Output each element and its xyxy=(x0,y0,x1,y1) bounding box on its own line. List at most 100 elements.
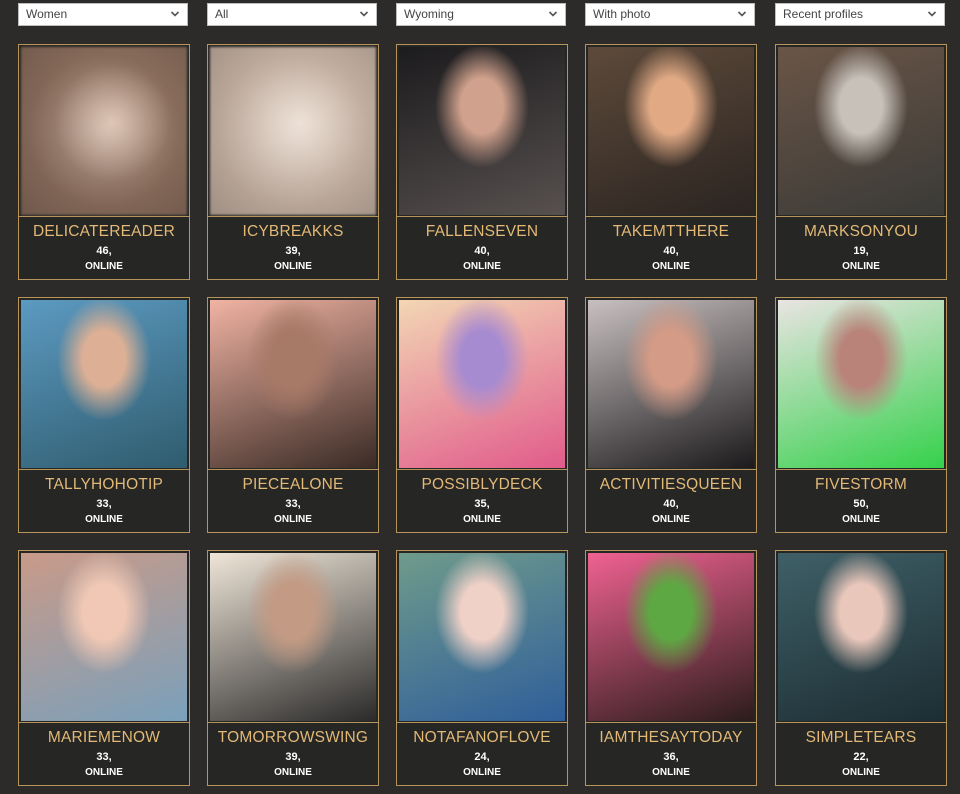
profile-photo[interactable] xyxy=(778,553,944,721)
card-divider xyxy=(19,469,189,470)
blurred-profile-photo[interactable] xyxy=(210,47,376,215)
profile-card[interactable]: PIECEALONE 33, ONLINE xyxy=(207,297,379,533)
profile-age: 33, xyxy=(96,498,112,510)
profile-username[interactable]: NOTAFANOFLOVE xyxy=(397,729,567,747)
profile-card[interactable]: MARKSONYOU 19, ONLINE xyxy=(775,44,947,280)
profile-username[interactable]: FALLENSEVEN xyxy=(397,223,567,241)
sort-select-value: Recent profiles xyxy=(783,7,864,21)
card-divider xyxy=(586,216,756,217)
card-divider xyxy=(586,469,756,470)
sort-select[interactable]: Recent profiles xyxy=(775,3,945,26)
profile-photo[interactable] xyxy=(210,300,376,468)
profile-username[interactable]: PIECEALONE xyxy=(208,476,378,494)
profile-photo[interactable] xyxy=(588,47,754,215)
profile-card[interactable]: ACTIVITIESQUEEN 40, ONLINE xyxy=(585,297,757,533)
profile-photo[interactable] xyxy=(778,47,944,215)
profile-photo[interactable] xyxy=(399,47,565,215)
card-divider xyxy=(397,722,567,723)
profile-username[interactable]: FIVESTORM xyxy=(776,476,946,494)
profile-photo[interactable] xyxy=(399,300,565,468)
chevron-down-icon xyxy=(359,11,369,17)
profile-age: 50, xyxy=(853,498,869,510)
profile-age: 19, xyxy=(853,245,869,257)
card-divider xyxy=(397,469,567,470)
online-status: ONLINE xyxy=(842,261,880,272)
profile-photo[interactable] xyxy=(588,300,754,468)
online-status: ONLINE xyxy=(652,514,690,525)
card-divider xyxy=(776,469,946,470)
online-status: ONLINE xyxy=(85,767,123,778)
profile-card[interactable]: TOMORROWSWING 39, ONLINE xyxy=(207,550,379,786)
profile-photo[interactable] xyxy=(21,553,187,721)
profile-username[interactable]: ACTIVITIESQUEEN xyxy=(586,476,756,494)
profile-card[interactable]: POSSIBLYDECK 35, ONLINE xyxy=(396,297,568,533)
profile-username[interactable]: MARKSONYOU xyxy=(776,223,946,241)
profile-username[interactable]: POSSIBLYDECK xyxy=(397,476,567,494)
online-status: ONLINE xyxy=(652,767,690,778)
profile-photo[interactable] xyxy=(778,300,944,468)
card-divider xyxy=(19,722,189,723)
profile-username[interactable]: TAKEMTTHERE xyxy=(586,223,756,241)
profile-card[interactable]: DELICATEREADER 46, ONLINE xyxy=(18,44,190,280)
card-divider xyxy=(208,216,378,217)
profile-photo[interactable] xyxy=(588,553,754,721)
card-divider xyxy=(208,722,378,723)
location-select[interactable]: Wyoming xyxy=(396,3,566,26)
profile-age: 33, xyxy=(96,751,112,763)
online-status: ONLINE xyxy=(85,261,123,272)
online-status: ONLINE xyxy=(274,767,312,778)
profile-age: 33, xyxy=(285,498,301,510)
photo-select[interactable]: With photo xyxy=(585,3,755,26)
chevron-down-icon xyxy=(927,11,937,17)
profile-photo[interactable] xyxy=(210,553,376,721)
profile-card[interactable]: FIVESTORM 50, ONLINE xyxy=(775,297,947,533)
profile-username[interactable]: DELICATEREADER xyxy=(19,223,189,241)
blurred-profile-photo[interactable] xyxy=(21,47,187,215)
online-status: ONLINE xyxy=(463,261,501,272)
online-status: ONLINE xyxy=(652,261,690,272)
profile-card[interactable]: ICYBREAKKS 39, ONLINE xyxy=(207,44,379,280)
online-status: ONLINE xyxy=(463,514,501,525)
card-divider xyxy=(208,469,378,470)
online-status: ONLINE xyxy=(842,767,880,778)
online-status: ONLINE xyxy=(274,261,312,272)
profile-username[interactable]: IAMTHESAYTODAY xyxy=(586,729,756,747)
profile-username[interactable]: MARIEMENOW xyxy=(19,729,189,747)
profile-age: 46, xyxy=(96,245,112,257)
profile-username[interactable]: ICYBREAKKS xyxy=(208,223,378,241)
profile-age: 36, xyxy=(663,751,679,763)
profile-age: 39, xyxy=(285,245,301,257)
card-divider xyxy=(19,216,189,217)
profile-photo[interactable] xyxy=(399,553,565,721)
category-select-value: All xyxy=(215,7,229,21)
photo-select-value: With photo xyxy=(593,7,651,21)
profile-age: 22, xyxy=(853,751,869,763)
card-divider xyxy=(586,722,756,723)
profile-card[interactable]: SIMPLETEARS 22, ONLINE xyxy=(775,550,947,786)
profile-age: 35, xyxy=(474,498,490,510)
gender-select[interactable]: Women xyxy=(18,3,188,26)
online-status: ONLINE xyxy=(274,514,312,525)
online-status: ONLINE xyxy=(85,514,123,525)
profile-card[interactable]: FALLENSEVEN 40, ONLINE xyxy=(396,44,568,280)
card-divider xyxy=(776,216,946,217)
category-select[interactable]: All xyxy=(207,3,377,26)
profile-card[interactable]: TAKEMTTHERE 40, ONLINE xyxy=(585,44,757,280)
profile-age: 39, xyxy=(285,751,301,763)
profile-card[interactable]: NOTAFANOFLOVE 24, ONLINE xyxy=(396,550,568,786)
profile-age: 40, xyxy=(663,245,679,257)
chevron-down-icon xyxy=(737,11,747,17)
card-divider xyxy=(776,722,946,723)
profile-card[interactable]: TALLYHOHOTIP 33, ONLINE xyxy=(18,297,190,533)
chevron-down-icon xyxy=(548,11,558,17)
profile-age: 40, xyxy=(663,498,679,510)
profile-photo[interactable] xyxy=(21,300,187,468)
chevron-down-icon xyxy=(170,11,180,17)
profile-card[interactable]: IAMTHESAYTODAY 36, ONLINE xyxy=(585,550,757,786)
profile-username[interactable]: TALLYHOHOTIP xyxy=(19,476,189,494)
profile-age: 24, xyxy=(474,751,490,763)
profile-card[interactable]: MARIEMENOW 33, ONLINE xyxy=(18,550,190,786)
online-status: ONLINE xyxy=(842,514,880,525)
profile-username[interactable]: TOMORROWSWING xyxy=(208,729,378,747)
profile-username[interactable]: SIMPLETEARS xyxy=(776,729,946,747)
